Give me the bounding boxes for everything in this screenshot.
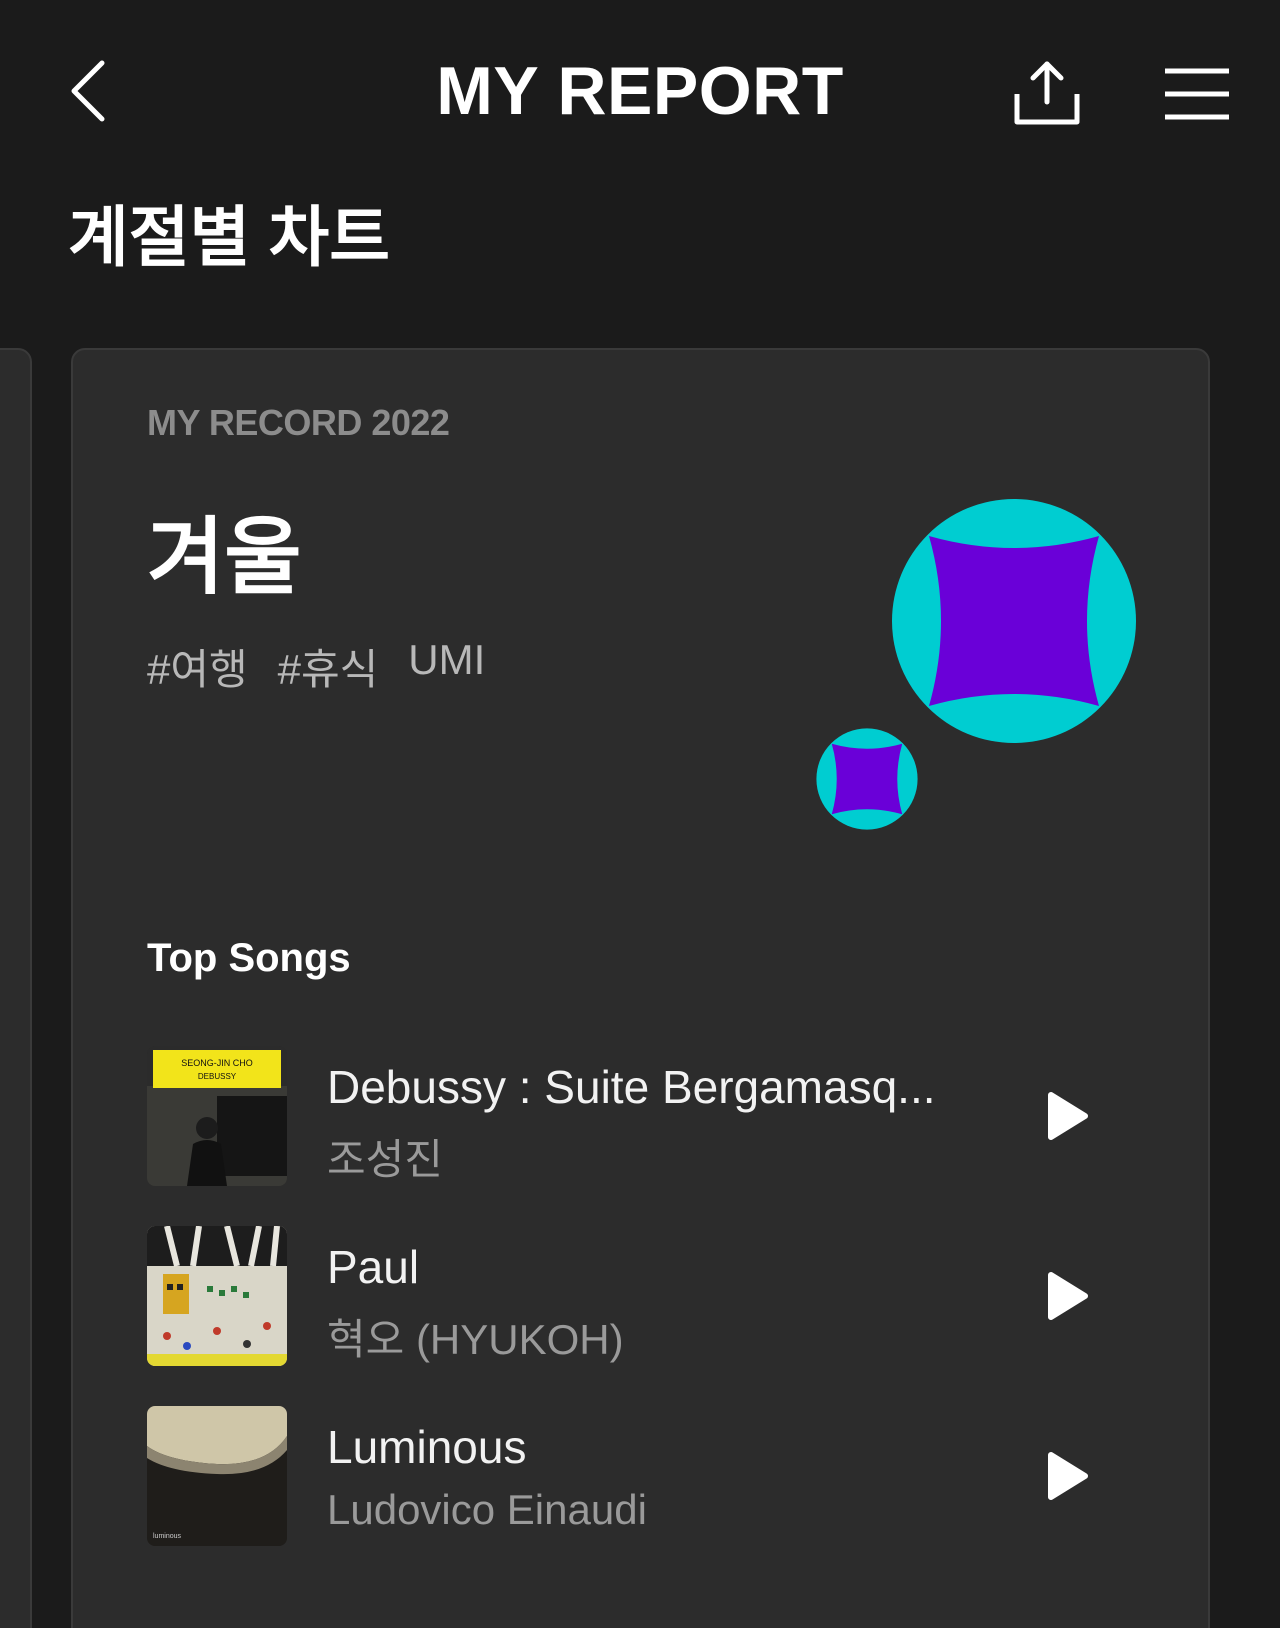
tag: #여행: [147, 646, 248, 693]
cover-label: SEONG-JIN CHO: [181, 1058, 253, 1068]
season-card[interactable]: MY RECORD 2022 겨울 #여행 #휴식 UMI Top Songs: [71, 348, 1210, 1628]
album-cover: SEONG-JIN CHO DEBUSSY: [147, 1046, 287, 1186]
song-title: Paul: [327, 1241, 420, 1293]
tag: UMI: [408, 636, 486, 683]
play-button[interactable]: [1037, 1266, 1097, 1326]
song-artist: 조성진: [327, 1136, 443, 1183]
album-cover: luminous: [147, 1406, 287, 1546]
hamburger-menu-icon: [1165, 68, 1229, 120]
play-icon: [1048, 1452, 1088, 1500]
play-icon: [1048, 1272, 1088, 1320]
header: MY REPORT: [0, 0, 1280, 180]
season-art-small: [816, 728, 918, 830]
song-artist: Ludovico Einaudi: [327, 1486, 647, 1533]
album-cover: [147, 1226, 287, 1366]
season-title: 겨울: [147, 510, 302, 604]
song-title: Luminous: [327, 1421, 527, 1473]
page-title: MY REPORT: [436, 53, 844, 129]
song-artist: 혁오 (HYUKOH): [327, 1316, 624, 1363]
song-row[interactable]: Paul 혁오 (HYUKOH): [147, 1226, 1147, 1366]
menu-button[interactable]: [1160, 62, 1234, 126]
share-button[interactable]: [1010, 58, 1084, 128]
share-upload-icon: [1014, 61, 1080, 125]
tag: #휴식: [277, 646, 379, 693]
season-art-large: [892, 499, 1136, 743]
cover-label: luminous: [153, 1533, 182, 1540]
play-button[interactable]: [1037, 1086, 1097, 1146]
song-title: Debussy : Suite Bergamasq...: [327, 1061, 936, 1113]
play-icon: [1048, 1092, 1088, 1140]
song-list: SEONG-JIN CHO DEBUSSY Debussy : Suite Be…: [147, 1046, 1147, 1586]
section-title: 계절별 차트: [68, 200, 390, 274]
my-report-page: MY REPORT 계절별 차트 MY RECORD 2022 겨울 #여행 #…: [0, 0, 1280, 1628]
previous-card-peek[interactable]: [0, 348, 32, 1628]
song-row[interactable]: luminous Luminous Ludovico Einaudi: [147, 1406, 1147, 1546]
tag-list: #여행 #휴식 UMI: [147, 636, 485, 697]
song-row[interactable]: SEONG-JIN CHO DEBUSSY Debussy : Suite Be…: [147, 1046, 1147, 1186]
cover-sublabel: DEBUSSY: [198, 1072, 237, 1081]
play-button[interactable]: [1037, 1446, 1097, 1506]
top-songs-heading: Top Songs: [147, 936, 351, 980]
card-kicker: MY RECORD 2022: [147, 402, 450, 443]
